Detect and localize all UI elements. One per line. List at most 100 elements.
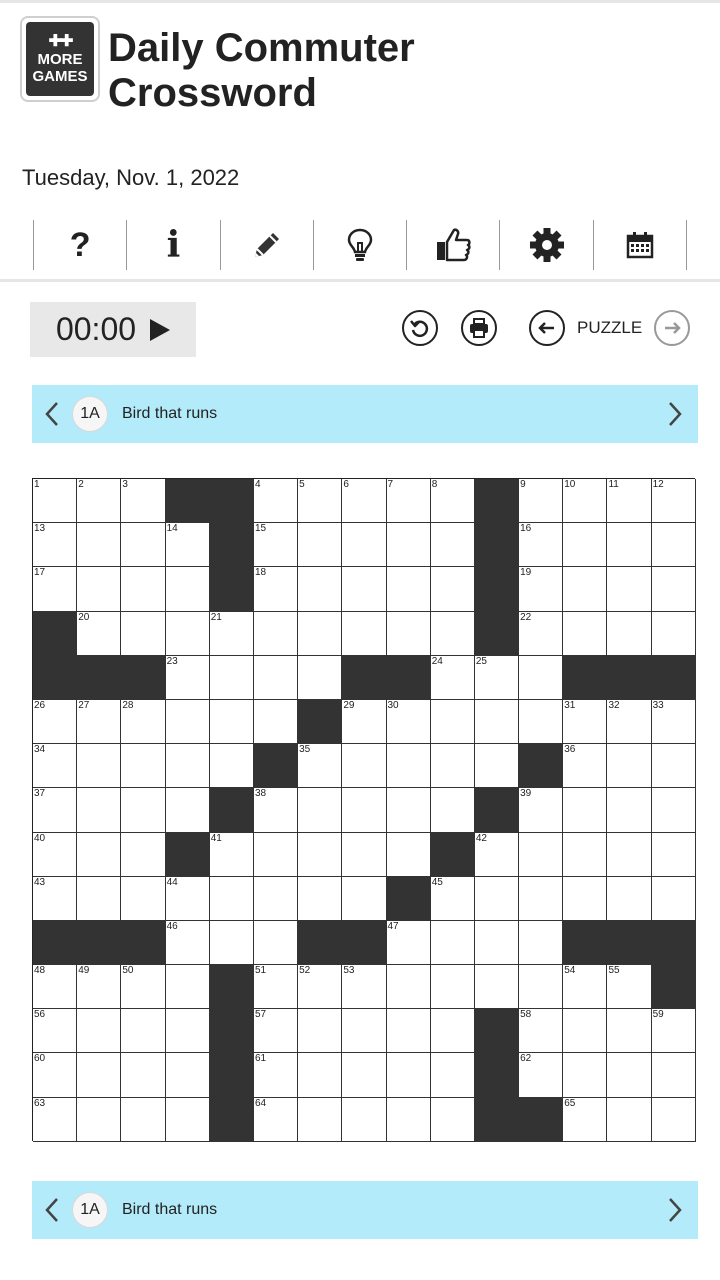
grid-cell[interactable] (563, 832, 608, 877)
next-puzzle-button[interactable] (654, 310, 690, 346)
grid-cell[interactable]: 59 (651, 1009, 696, 1054)
calendar-button[interactable] (594, 220, 687, 270)
grid-cell[interactable]: 13 (33, 523, 78, 568)
grid-cell[interactable] (430, 567, 475, 612)
grid-cell[interactable] (607, 567, 652, 612)
grid-cell[interactable]: 27 (77, 699, 122, 745)
grid-cell[interactable] (386, 965, 431, 1010)
grid-cell[interactable] (519, 876, 564, 921)
grid-cell[interactable] (386, 1053, 431, 1098)
grid-cell[interactable] (651, 611, 696, 656)
grid-cell[interactable] (253, 699, 299, 745)
grid-cell[interactable]: 28 (121, 699, 166, 745)
grid-cell[interactable] (474, 876, 520, 921)
grid-cell[interactable]: 4 (253, 479, 299, 524)
grid-cell[interactable]: 15 (253, 523, 299, 568)
grid-cell[interactable]: 1 (33, 479, 78, 524)
grid-cell[interactable] (563, 523, 608, 568)
grid-cell[interactable] (165, 965, 210, 1010)
grid-cell[interactable]: 56 (33, 1009, 78, 1054)
grid-cell[interactable] (651, 876, 696, 921)
grid-cell[interactable]: 16 (519, 523, 564, 568)
grid-cell[interactable] (342, 1053, 387, 1098)
grid-cell[interactable] (430, 523, 475, 568)
grid-cell[interactable] (519, 965, 564, 1010)
grid-cell[interactable] (209, 876, 254, 921)
grid-cell[interactable] (298, 1009, 343, 1054)
grid-cell[interactable] (165, 1053, 210, 1098)
grid-cell[interactable]: 33 (651, 699, 696, 745)
grid-cell[interactable]: 31 (563, 699, 608, 745)
grid-cell[interactable]: 43 (33, 876, 78, 921)
grid-cell[interactable] (430, 965, 475, 1010)
grid-cell[interactable] (607, 1009, 652, 1054)
grid-cell[interactable]: 47 (386, 920, 431, 966)
grid-cell[interactable]: 3 (121, 479, 166, 524)
grid-cell[interactable]: 36 (563, 744, 608, 789)
grid-cell[interactable]: 41 (209, 832, 254, 877)
grid-cell[interactable] (519, 655, 564, 700)
grid-cell[interactable]: 37 (33, 788, 78, 833)
grid-cell[interactable] (209, 744, 254, 789)
grid-cell[interactable]: 32 (607, 699, 652, 745)
grid-cell[interactable] (121, 1009, 166, 1054)
grid-cell[interactable] (607, 1097, 652, 1142)
pencil-button[interactable] (221, 220, 314, 270)
grid-cell[interactable]: 30 (386, 699, 431, 745)
grid-cell[interactable]: 9 (519, 479, 564, 524)
grid-cell[interactable]: 45 (430, 876, 475, 921)
grid-cell[interactable] (77, 788, 122, 833)
grid-cell[interactable]: 18 (253, 567, 299, 612)
grid-cell[interactable]: 51 (253, 965, 299, 1010)
grid-cell[interactable]: 46 (165, 920, 210, 966)
grid-cell[interactable]: 61 (253, 1053, 299, 1098)
prev-clue-button[interactable] (32, 1181, 72, 1239)
next-clue-button[interactable] (652, 1181, 698, 1239)
grid-cell[interactable] (121, 876, 166, 921)
grid-cell[interactable] (77, 567, 122, 612)
grid-cell[interactable]: 42 (474, 832, 520, 877)
grid-cell[interactable] (342, 832, 387, 877)
grid-cell[interactable] (253, 832, 299, 877)
grid-cell[interactable]: 5 (298, 479, 343, 524)
grid-cell[interactable] (121, 1097, 166, 1142)
hint-button[interactable] (314, 220, 408, 270)
grid-cell[interactable] (563, 567, 608, 612)
grid-cell[interactable] (165, 699, 210, 745)
reset-button[interactable] (402, 310, 438, 346)
grid-cell[interactable] (165, 744, 210, 789)
grid-cell[interactable] (563, 876, 608, 921)
grid-cell[interactable] (298, 832, 343, 877)
grid-cell[interactable] (121, 832, 166, 877)
grid-cell[interactable] (209, 699, 254, 745)
grid-cell[interactable] (386, 1009, 431, 1054)
grid-cell[interactable] (209, 920, 254, 966)
help-button[interactable]: ? (34, 220, 128, 270)
grid-cell[interactable]: 60 (33, 1053, 78, 1098)
grid-cell[interactable] (253, 876, 299, 921)
grid-cell[interactable] (651, 744, 696, 789)
grid-cell[interactable]: 21 (209, 611, 254, 656)
grid-cell[interactable] (563, 611, 608, 656)
info-button[interactable]: i (127, 220, 221, 270)
grid-cell[interactable]: 64 (253, 1097, 299, 1142)
grid-cell[interactable] (430, 788, 475, 833)
grid-cell[interactable] (474, 965, 520, 1010)
grid-cell[interactable]: 34 (33, 744, 78, 789)
grid-cell[interactable] (607, 832, 652, 877)
grid-cell[interactable] (121, 1053, 166, 1098)
grid-cell[interactable]: 20 (77, 611, 122, 656)
grid-cell[interactable] (430, 1097, 475, 1142)
grid-cell[interactable] (563, 788, 608, 833)
previous-puzzle-button[interactable] (529, 310, 565, 346)
grid-cell[interactable] (430, 744, 475, 789)
grid-cell[interactable] (607, 744, 652, 789)
crossword-grid[interactable]: 1 2 3 4 5 6 7 8 9 10 11 12 13 14 15 16 17 18 19 20 21 22 23 24 2… (32, 478, 696, 1142)
grid-cell[interactable] (651, 523, 696, 568)
grid-cell[interactable]: 58 (519, 1009, 564, 1054)
grid-cell[interactable] (77, 876, 122, 921)
grid-cell[interactable] (342, 744, 387, 789)
grid-cell[interactable]: 26 (33, 699, 78, 745)
grid-cell[interactable] (430, 920, 475, 966)
grid-cell[interactable] (209, 655, 254, 700)
